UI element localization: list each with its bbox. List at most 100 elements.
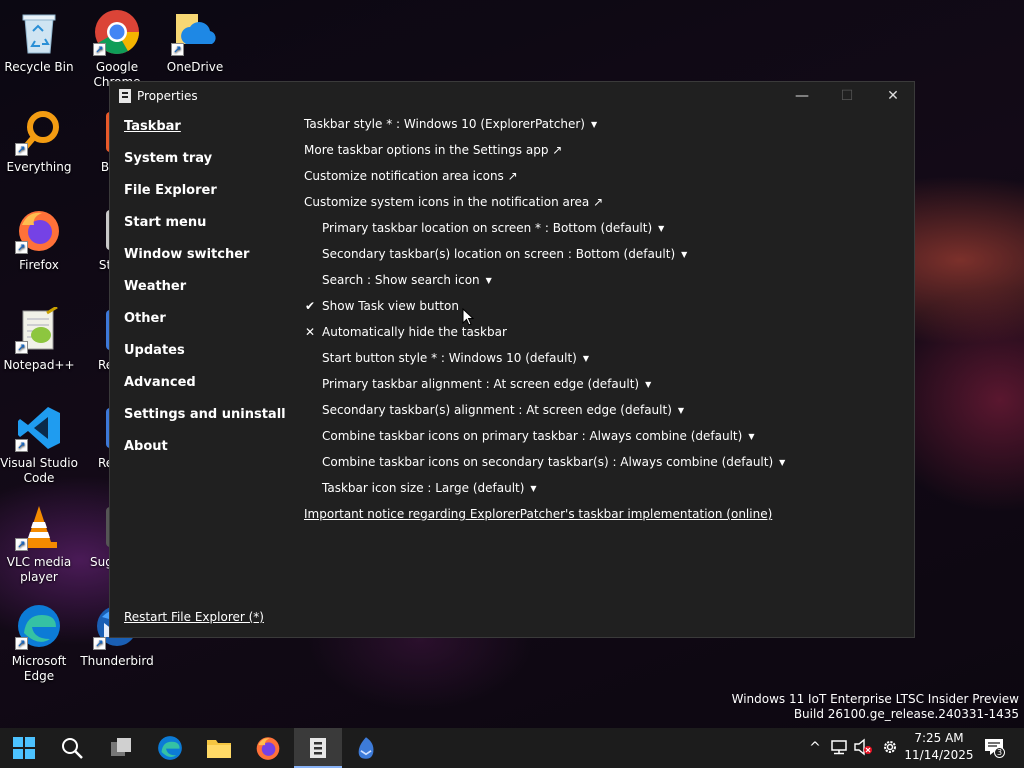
close-button[interactable]: ✕	[870, 82, 916, 110]
setting-label: Search : Show search icon	[322, 273, 480, 287]
desktop-icon-firefox[interactable]: ↗ Firefox	[0, 206, 78, 273]
desktop-icon-recycle-bin[interactable]: Recycle Bin	[0, 8, 78, 75]
desktop-icon-partial[interactable]: St	[78, 206, 112, 273]
setting-system-icons-link[interactable]: Customize system icons in the notificati…	[304, 194, 904, 220]
setting-auto-hide-taskbar[interactable]: ✕ Automatically hide the taskbar	[304, 324, 904, 350]
title-bar[interactable]: Properties — ☐ ✕	[110, 82, 914, 110]
setting-label: Primary taskbar location on screen * : B…	[322, 221, 653, 235]
sidebar-item-file-explorer[interactable]: File Explorer	[124, 182, 294, 214]
desktop-icon-label: B	[100, 160, 110, 174]
setting-show-task-view-button[interactable]: ✔ Show Task view button	[304, 298, 904, 324]
network-icon	[831, 740, 847, 755]
task-view-button[interactable]	[97, 728, 145, 768]
close-icon: ✕	[887, 88, 899, 104]
desktop-icon-vlc[interactable]: ↗ VLC media player	[0, 503, 78, 585]
external-link-icon: ↗	[552, 143, 563, 157]
setting-label: Combine taskbar icons on secondary taskb…	[322, 455, 774, 469]
sidebar-item-about[interactable]: About	[124, 438, 294, 470]
start-button[interactable]	[0, 728, 48, 768]
desktop-icon-label: Recycle Bin	[4, 60, 74, 74]
volume-muted-icon	[854, 738, 872, 756]
onedrive-icon: ↗	[171, 8, 219, 56]
gear-icon	[884, 741, 896, 753]
mouse-cursor-icon	[462, 307, 475, 326]
desktop-icon-label: VLC media player	[6, 555, 72, 584]
taskbar-thunderbird-button[interactable]	[342, 728, 390, 768]
vlc-icon: ↗	[15, 503, 63, 551]
desktop-icon-label: Microsoft Edge	[11, 654, 67, 683]
sidebar-item-system-tray[interactable]: System tray	[124, 150, 294, 182]
show-hidden-icons-button[interactable]: ^	[805, 738, 825, 758]
taskbar-settings-list: Taskbar style * : Windows 10 (ExplorerPa…	[304, 116, 904, 532]
desktop-icon-label: Visual Studio Code	[0, 456, 78, 485]
setting-label: More taskbar options in the Settings app	[304, 143, 549, 157]
edge-icon	[158, 736, 182, 760]
setting-taskbar-icon-size[interactable]: Taskbar icon size : Large (default) ▼	[304, 480, 904, 506]
setting-primary-taskbar-location[interactable]: Primary taskbar location on screen * : B…	[304, 220, 904, 246]
desktop-icon-notepadpp[interactable]: ↗ Notepad++	[0, 306, 78, 373]
maximize-button[interactable]: ☐	[824, 82, 870, 110]
task-view-icon	[111, 738, 131, 756]
setting-start-button-style[interactable]: Start button style * : Windows 10 (defau…	[304, 350, 904, 376]
desktop-icon-label: Notepad++	[3, 358, 75, 372]
dropdown-caret-icon: ▼	[658, 224, 665, 233]
desktop-icon-partial[interactable]: Sug	[78, 503, 112, 570]
setting-secondary-taskbar-alignment[interactable]: Secondary taskbar(s) alignment : At scre…	[304, 402, 904, 428]
sidebar: Taskbar System tray File Explorer Start …	[124, 118, 294, 470]
desktop-icon-vscode[interactable]: ↗ Visual Studio Code	[0, 404, 78, 486]
setting-primary-taskbar-alignment[interactable]: Primary taskbar alignment : At screen ed…	[304, 376, 904, 402]
setting-label: Start button style * : Windows 10 (defau…	[322, 351, 577, 365]
desktop-icon-partial[interactable]: Re	[78, 404, 112, 471]
clock[interactable]: 7:25 AM 11/14/2025	[904, 730, 974, 764]
sidebar-item-advanced[interactable]: Advanced	[124, 374, 294, 406]
properties-window: Properties — ☐ ✕ Taskbar System tray Fil…	[109, 81, 915, 638]
taskbar-edge-button[interactable]	[146, 728, 194, 768]
minimize-button[interactable]: —	[779, 82, 825, 110]
desktop-icon-partial[interactable]: B	[78, 108, 112, 175]
network-status-button[interactable]	[829, 738, 849, 758]
desktop-icon-label: Sug	[90, 555, 112, 569]
desktop-icon-chrome[interactable]: ↗ Google Chrome	[78, 8, 156, 88]
setting-combine-secondary-icons[interactable]: Combine taskbar icons on secondary taskb…	[304, 454, 904, 480]
firefox-icon	[256, 737, 280, 760]
shortcut-arrow-icon: ↗	[15, 143, 28, 156]
taskbar-firefox-button[interactable]	[244, 728, 292, 768]
shortcut-arrow-icon: ↗	[171, 43, 184, 56]
setting-notification-icons-link[interactable]: Customize notification area icons ↗	[304, 168, 904, 194]
desktop-icon-partial[interactable]: Re	[78, 306, 112, 373]
explorerpatcher-icon	[310, 738, 326, 758]
taskbar-explorerpatcher-button[interactable]	[294, 728, 342, 768]
setting-combine-primary-icons[interactable]: Combine taskbar icons on primary taskbar…	[304, 428, 904, 454]
notification-center-button[interactable]: 3	[983, 737, 1005, 758]
desktop-icon-label: St	[98, 258, 112, 272]
sidebar-item-taskbar[interactable]: Taskbar	[124, 118, 294, 150]
sidebar-item-updates[interactable]: Updates	[124, 342, 294, 374]
settings-tray-button[interactable]	[880, 738, 900, 758]
shortcut-arrow-icon: ↗	[15, 241, 28, 254]
volume-button[interactable]	[853, 738, 873, 758]
important-notice-link[interactable]: Important notice regarding ExplorerPatch…	[304, 506, 904, 532]
setting-taskbar-style[interactable]: Taskbar style * : Windows 10 (ExplorerPa…	[304, 116, 904, 142]
desktop-icon-everything[interactable]: ↗ Everything	[0, 108, 78, 175]
sidebar-item-start-menu[interactable]: Start menu	[124, 214, 294, 246]
search-button[interactable]	[48, 728, 96, 768]
shortcut-arrow-icon: ↗	[93, 637, 106, 650]
cross-icon: ✕	[305, 325, 316, 339]
external-link-icon: ↗	[593, 195, 604, 209]
setting-search[interactable]: Search : Show search icon ▼	[304, 272, 904, 298]
setting-more-taskbar-options-link[interactable]: More taskbar options in the Settings app…	[304, 142, 904, 168]
dropdown-caret-icon: ▼	[590, 120, 598, 129]
sidebar-item-other[interactable]: Other	[124, 310, 294, 342]
taskbar-file-explorer-button[interactable]	[195, 728, 243, 768]
setting-label: Combine taskbar icons on primary taskbar…	[322, 429, 743, 443]
desktop-icon-label: Thunderbird	[80, 654, 154, 668]
sidebar-item-settings-uninstall[interactable]: Settings and uninstall	[124, 406, 294, 438]
desktop-icon-edge[interactable]: ↗ Microsoft Edge	[0, 602, 78, 684]
sidebar-item-weather[interactable]: Weather	[124, 278, 294, 310]
restart-file-explorer-link[interactable]: Restart File Explorer (*)	[124, 610, 264, 624]
setting-secondary-taskbar-location[interactable]: Secondary taskbar(s) location on screen …	[304, 246, 904, 272]
maximize-icon: ☐	[840, 88, 854, 104]
setting-label: Customize notification area icons	[304, 169, 504, 183]
desktop-icon-onedrive[interactable]: ↗ OneDrive	[156, 8, 234, 75]
sidebar-item-window-switcher[interactable]: Window switcher	[124, 246, 294, 278]
